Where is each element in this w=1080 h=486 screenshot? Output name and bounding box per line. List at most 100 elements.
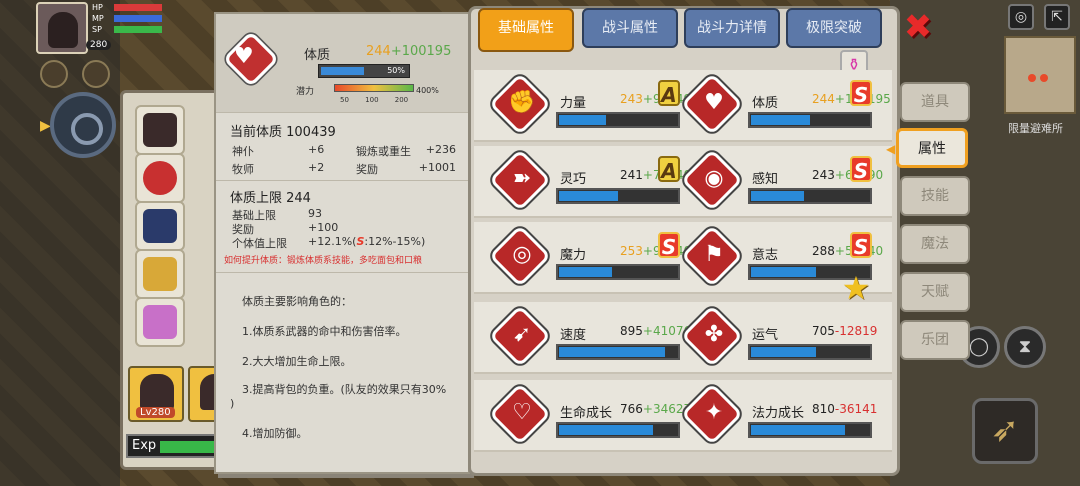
stat-bar xyxy=(556,344,680,360)
stat-cell[interactable]: ✤ 运气 705-12819 xyxy=(674,302,877,374)
globe-icon[interactable]: ◎ xyxy=(1008,4,1034,30)
menu-items[interactable]: 道具 xyxy=(900,82,970,122)
grade-s-icon: S xyxy=(850,80,872,107)
stat-cell[interactable]: ♡ 生命成长 766+34627 xyxy=(482,380,691,452)
stat-bar-fill xyxy=(751,347,816,357)
stat-cell[interactable]: ◎魔力253+97040S xyxy=(482,222,691,294)
stat-name: 感知 xyxy=(752,172,779,187)
potential-ticks: 50 100 200 xyxy=(340,96,408,104)
tab-limit-break[interactable]: 极限突破 xyxy=(786,8,882,48)
equip-slot-cape[interactable] xyxy=(135,201,185,251)
stat-cell[interactable]: ✦ 法力成长 810-36141 xyxy=(674,380,877,452)
potential-tick: 200 xyxy=(394,96,409,104)
heart-icon: ♡ xyxy=(512,400,532,425)
hourglass-icon[interactable]: ⧗ xyxy=(1004,326,1046,368)
tab-combat-power-details[interactable]: 战斗力详情 xyxy=(684,8,780,48)
hp-bar: HP xyxy=(92,4,162,12)
mana-icon: ✦ xyxy=(704,400,724,425)
current-stat-title: 当前体质 100439 xyxy=(230,125,336,140)
attribute-row: ♡ 生命成长 766+34627 ✦ 法力成长 810-36141 xyxy=(474,380,892,452)
swirl-icon: ◎ xyxy=(512,242,532,267)
attribute-row: ➹ 速度 895+41076 ✤ 运气 705-12819 xyxy=(474,302,892,374)
stat-cell[interactable]: ♥体质244+100195S xyxy=(674,70,891,142)
equip-slot-head[interactable] xyxy=(135,105,185,155)
cape-icon xyxy=(143,209,177,243)
equip-slot-accessory[interactable] xyxy=(135,297,185,347)
stat-base: 895 xyxy=(620,324,643,338)
stat-bar xyxy=(556,422,680,438)
stat-base: 705 xyxy=(812,324,835,338)
desc-line: 3.提高背包的负重。(队友的效果只有30% xyxy=(242,383,447,396)
row-value-tail: :12%-15%) xyxy=(364,235,426,248)
stat-bar xyxy=(748,344,872,360)
stat-bar-fill xyxy=(751,115,810,125)
detail-percent-bar: 50% xyxy=(318,64,410,78)
row-value: +6 xyxy=(308,143,325,156)
row-label: 牧师 xyxy=(232,163,254,176)
equip-slot-neck[interactable] xyxy=(135,153,185,203)
star-icon[interactable]: ★ xyxy=(838,270,874,306)
menu-band[interactable]: 乐团 xyxy=(900,320,970,360)
mp-bar: MP xyxy=(92,15,162,23)
stat-bar xyxy=(556,264,680,280)
portrait-level: Lv280 xyxy=(136,407,175,418)
exit-icon[interactable]: ⇱ xyxy=(1044,4,1070,30)
player-avatar[interactable] xyxy=(36,2,88,54)
body-icon: ♥ xyxy=(704,90,724,115)
stat-cell[interactable]: ✊力量243+98749A xyxy=(482,70,691,142)
stat-bar-fill xyxy=(751,267,816,277)
stat-cell[interactable]: ➹ 速度 895+41076 xyxy=(482,302,691,374)
speed-icon: ➹ xyxy=(512,322,532,347)
active-menu-arrow-icon: ◀ xyxy=(886,142,896,156)
menu-talent[interactable]: 天赋 xyxy=(900,272,970,312)
menu-attributes[interactable]: 属性 xyxy=(896,128,968,168)
sp-label: SP xyxy=(92,25,102,34)
party-member-portrait[interactable]: Lv280 xyxy=(128,366,184,422)
arm-icon: ✊ xyxy=(508,90,536,115)
clover-icon: ✤ xyxy=(704,322,724,347)
bow-icon[interactable]: ➶ xyxy=(972,398,1038,464)
stat-cell[interactable]: ➽灵巧241+77340A xyxy=(482,146,691,218)
stat-bar xyxy=(748,422,872,438)
player-level: 280 xyxy=(86,40,112,50)
detail-stat-name: 体质 xyxy=(304,48,331,63)
attribute-row: ➽灵巧241+77340A◉感知243+62890S xyxy=(474,146,892,218)
menu-skills[interactable]: 技能 xyxy=(900,176,970,216)
row-value: +100 xyxy=(308,221,339,234)
potential-percent: 400% xyxy=(416,86,439,95)
stat-bonus: -12819 xyxy=(834,324,878,338)
stat-bar-fill xyxy=(559,347,665,357)
stat-name: 法力成长 xyxy=(752,406,805,421)
stat-base: 810 xyxy=(812,402,835,416)
eye-icon: ◉ xyxy=(704,166,724,191)
location-label: 限量避难所 xyxy=(1008,122,1063,135)
stat-base: 288 xyxy=(812,244,835,258)
stat-cell[interactable]: ◉ 感知 243+62890S xyxy=(674,146,883,218)
close-icon[interactable]: ✖ xyxy=(900,10,936,46)
stat-bar xyxy=(748,112,872,128)
status-icon[interactable] xyxy=(82,60,110,88)
detail-percent-text: 50% xyxy=(387,66,405,75)
player-hud[interactable]: HP MP SP 280 xyxy=(36,2,162,54)
tab-basic-attributes[interactable]: 基础属性 xyxy=(478,8,574,52)
row-value: +1001 xyxy=(418,161,456,174)
menu-magic[interactable]: 魔法 xyxy=(900,224,970,264)
detail-stat-value: 244+100195 xyxy=(366,44,451,59)
stat-bonus: -36141 xyxy=(834,402,878,416)
buff-icon[interactable] xyxy=(40,60,68,88)
equip-slot-armor[interactable] xyxy=(135,249,185,299)
tab-combat-attributes[interactable]: 战斗属性 xyxy=(582,8,678,48)
stat-name: 运气 xyxy=(752,328,779,343)
minimap[interactable] xyxy=(1004,36,1076,114)
stat-bar-fill xyxy=(751,191,804,201)
stat-name: 意志 xyxy=(752,248,779,263)
necklace-icon xyxy=(143,161,177,195)
will-icon: ⚑ xyxy=(704,242,724,267)
stat-value: 810-36141 xyxy=(812,402,877,416)
desc-title: 体质主要影响角色的： xyxy=(242,295,352,308)
improve-tip: 如何提升体质：锻炼体质系技能，多吃面包和口粮 xyxy=(224,256,423,266)
gear-icon[interactable] xyxy=(50,92,116,158)
stat-bar xyxy=(556,188,680,204)
stat-bar xyxy=(748,188,872,204)
attribute-row: ✊力量243+98749A♥体质244+100195S xyxy=(474,70,892,142)
